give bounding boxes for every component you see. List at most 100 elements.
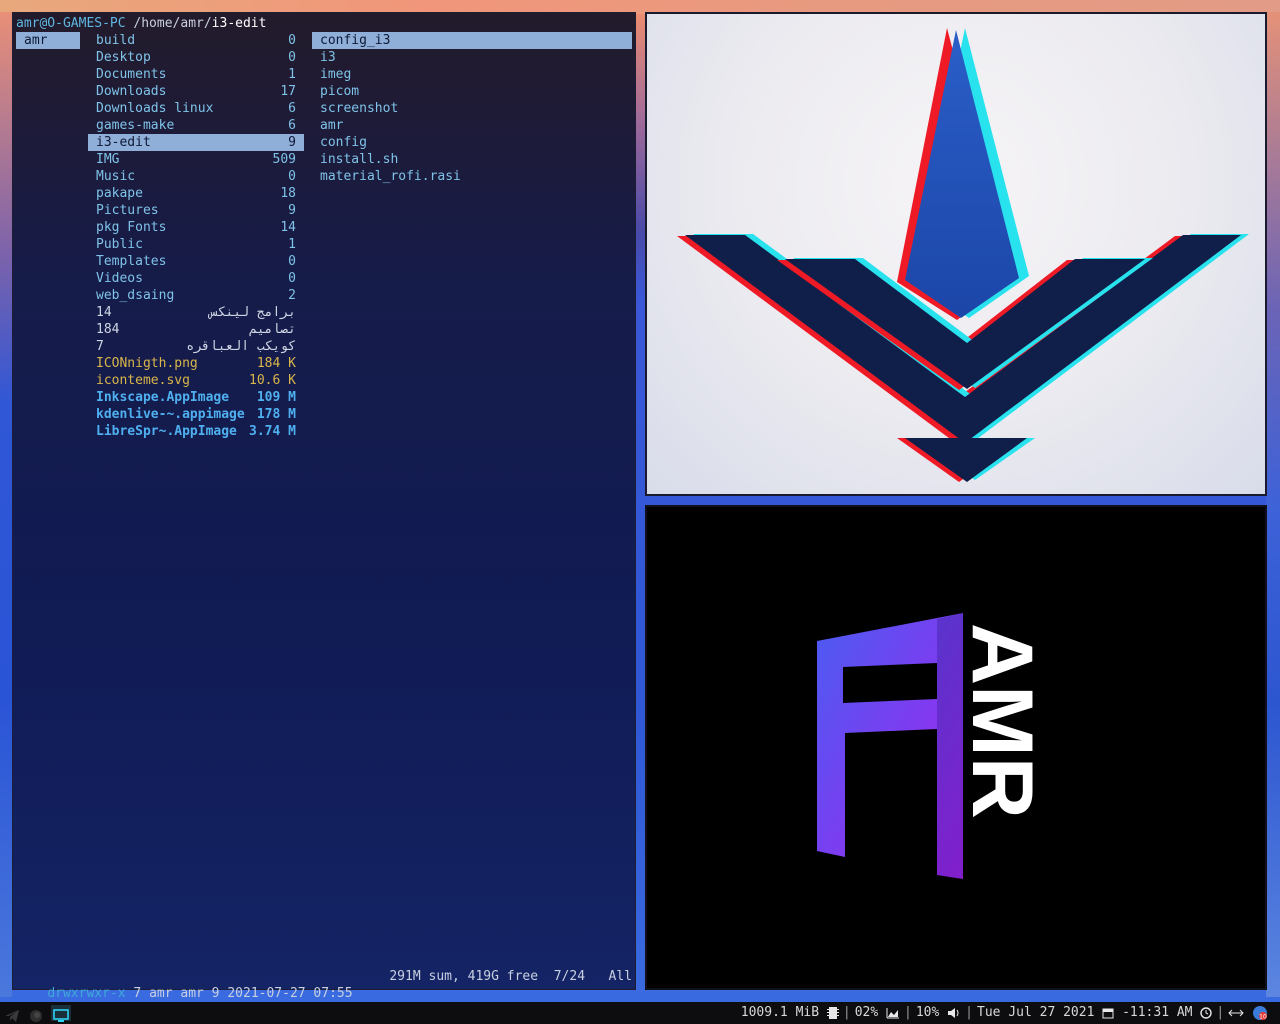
status-info: 7 amr amr 9 2021-07-27 07:55: [125, 986, 353, 1001]
file-name: iconteme.svg: [96, 373, 190, 388]
file-name: screenshot: [320, 101, 399, 116]
file-list-item[interactable]: install.sh: [312, 151, 632, 168]
memory-icon: [826, 1006, 839, 1019]
file-list-item[interactable]: Videos 0: [88, 270, 304, 287]
file-name: Downloads: [96, 84, 167, 99]
time-value: -11:31 AM: [1122, 1005, 1193, 1020]
file-name: amr: [320, 118, 344, 133]
status-bar: 1009.1 MiB | 02% | 10% | Tue Jul 27 2021 -1…: [0, 1002, 1280, 1024]
file-list-item[interactable]: imeg: [312, 66, 632, 83]
hostname: amr@O-GAMES-PC: [16, 16, 126, 31]
file-list-item[interactable]: Pictures 9: [88, 202, 304, 219]
file-list-item[interactable]: برامج لينكس 14: [88, 304, 304, 321]
file-list-item[interactable]: web_dsaing 2: [88, 287, 304, 304]
file-name: i3-edit: [96, 135, 151, 150]
file-list-item[interactable]: Inkscape.AppImage 109 M: [88, 389, 304, 406]
path-current: i3-edit: [211, 16, 267, 31]
file-count: 0: [288, 254, 296, 269]
file-name: web_dsaing: [96, 288, 175, 303]
image-viewer-bottom[interactable]: AMR: [645, 505, 1267, 990]
file-count: 184: [96, 322, 120, 337]
file-count: 18: [280, 186, 296, 201]
file-list-item[interactable]: amr: [16, 32, 80, 49]
file-list-item[interactable]: Desktop 0: [88, 49, 304, 66]
file-count: 1: [288, 237, 296, 252]
file-name: material_rofi.rasi: [320, 169, 461, 184]
ranger-title: amr@O-GAMES-PC /home/amr/i3-edit: [16, 15, 266, 32]
file-count: 0: [288, 33, 296, 48]
cpu-chart-icon: [886, 1007, 900, 1018]
status-summary: 291M sum, 419G free 7/24 All: [389, 969, 632, 984]
status-permissions: drwxrwxr-x: [47, 986, 126, 1001]
file-count: 6: [288, 118, 296, 133]
file-name: Downloads linux: [96, 101, 214, 116]
file-list-item[interactable]: games-make 6: [88, 117, 304, 134]
file-list-item[interactable]: i3-edit 9: [88, 134, 304, 151]
file-list-item[interactable]: pkg Fonts 14: [88, 219, 304, 236]
file-list-item[interactable]: amr: [312, 117, 632, 134]
file-list-item[interactable]: pakape 18: [88, 185, 304, 202]
file-list-item[interactable]: build 0: [88, 32, 304, 49]
file-name: config: [320, 135, 367, 150]
file-count: 9: [288, 203, 296, 218]
file-list-item[interactable]: iconteme.svg 10.6 K: [88, 372, 304, 389]
file-list-item[interactable]: picom: [312, 83, 632, 100]
file-list-item[interactable]: Documents 1: [88, 66, 304, 83]
notification-badge: 10: [1259, 1013, 1267, 1020]
file-list-item[interactable]: config: [312, 134, 632, 151]
file-list-item[interactable]: Downloads 17: [88, 83, 304, 100]
image-viewer-top[interactable]: [645, 12, 1267, 496]
memory-value: 1009.1 MiB: [740, 1005, 820, 1020]
amr-logo-text: AMR: [954, 623, 1050, 819]
file-name: Templates: [96, 254, 167, 269]
file-name: Public: [96, 237, 143, 252]
file-list-item[interactable]: Downloads linux 6: [88, 100, 304, 117]
terminal-workspace-icon[interactable]: [51, 1005, 71, 1022]
status-right: 1009.1 MiB | 02% | 10% | Tue Jul 27 2021 -1…: [740, 1005, 1268, 1021]
file-list-item[interactable]: كويكب العباقره 7: [88, 338, 304, 355]
ranger-terminal-window[interactable]: amr@O-GAMES-PC /home/amr/i3-edit amr bui…: [12, 12, 636, 1001]
file-list-item[interactable]: LibreSpr~.AppImage 3.74 M: [88, 423, 304, 440]
notification-icon[interactable]: 10: [1252, 1005, 1268, 1021]
preview-column[interactable]: config_i3 i3 imeg picom screenshot amr config i…: [312, 32, 632, 185]
network-arrows-icon[interactable]: [1228, 1007, 1244, 1019]
firefox-icon[interactable]: [28, 1005, 44, 1022]
file-list-item[interactable]: IMG 509: [88, 151, 304, 168]
file-list-item[interactable]: i3: [312, 49, 632, 66]
file-list-item[interactable]: kdenlive-~.appimage 178 M: [88, 406, 304, 423]
file-name: build: [96, 33, 136, 48]
file-list-item[interactable]: config_i3: [312, 32, 632, 49]
file-list-item[interactable]: Music 0: [88, 168, 304, 185]
file-list-item[interactable]: material_rofi.rasi: [312, 168, 632, 185]
file-name: games-make: [96, 118, 175, 133]
file-count: 178 M: [256, 407, 296, 422]
file-list-item[interactable]: Public 1: [88, 236, 304, 253]
file-list-item[interactable]: تصاميم 184: [88, 321, 304, 338]
file-name: kdenlive-~.appimage: [96, 407, 245, 422]
file-list-item[interactable]: screenshot: [312, 100, 632, 117]
file-count: 0: [288, 50, 296, 65]
file-count: 0: [288, 271, 296, 286]
file-name: config_i3: [320, 33, 391, 48]
volume-icon[interactable]: [947, 1007, 961, 1019]
file-count: 2: [288, 288, 296, 303]
file-name: ICONnigth.png: [96, 356, 198, 371]
file-name: pkg Fonts: [96, 220, 167, 235]
file-name: Videos: [96, 271, 143, 286]
file-name: install.sh: [320, 152, 399, 167]
file-name: picom: [320, 84, 360, 99]
volume-value: 10%: [915, 1005, 940, 1020]
file-list-item[interactable]: Templates 0: [88, 253, 304, 270]
parent-directory-column[interactable]: amr: [16, 32, 80, 49]
calendar-icon: [1102, 1008, 1114, 1018]
telegram-icon[interactable]: [4, 1005, 20, 1022]
file-name: i3: [320, 50, 336, 65]
status-line: drwxrwxr-x 7 amr amr 9 2021-07-27 07:55 …: [16, 968, 632, 1001]
file-list-item[interactable]: ICONnigth.png 184 K: [88, 355, 304, 372]
file-count: 6: [288, 101, 296, 116]
file-count: 1: [288, 67, 296, 82]
path-prefix: /home/amr/: [125, 16, 212, 31]
file-count: 10.6 K: [249, 373, 296, 388]
current-directory-column[interactable]: build 0 Desktop 0 Documents 1 Downloads 17 Downl…: [88, 32, 304, 440]
file-name: Pictures: [96, 203, 159, 218]
